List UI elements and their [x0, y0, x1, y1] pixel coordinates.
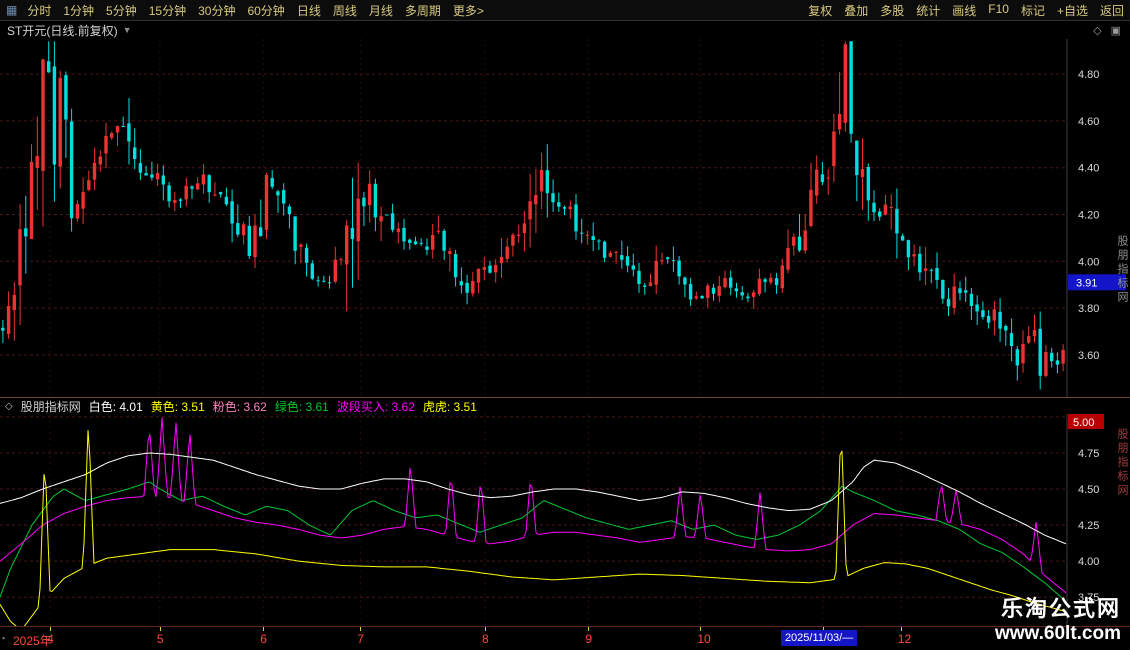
indicator-header: ◇ 股朋指标网白色: 4.01 黄色: 3.51 粉色: 3.62 绿色: 3.61 波…: [0, 397, 1130, 414]
indicator-value-label: 波段买入: 3.62: [337, 398, 415, 415]
indicator-axis-label: 4.25: [1078, 520, 1099, 532]
period-tab[interactable]: 周线: [333, 2, 357, 19]
tool-button[interactable]: 返回: [1100, 2, 1124, 19]
indicator-value-label: 粉色: 3.62: [213, 398, 267, 415]
month-label: 6: [260, 632, 267, 646]
svg-text:3.91: 3.91: [1076, 277, 1097, 289]
time-axis: ▪ 2025年 4 5 6 7 8 9 10 12 2025/11/03/—: [0, 626, 1130, 650]
tool-button[interactable]: 多股: [880, 2, 904, 19]
tool-button[interactable]: 画线: [952, 2, 976, 19]
period-tab[interactable]: 60分钟: [247, 2, 284, 19]
price-axis-label: 4.00: [1078, 256, 1099, 268]
tool-buttons: 复权叠加多股统计画线 F10 标记 +自选返回: [808, 2, 1124, 19]
month-label: 9: [585, 632, 592, 646]
indicator-line-chart[interactable]: 5.004.754.504.254.003.75: [0, 414, 1130, 626]
indicator-axis-label: 4.00: [1078, 556, 1099, 568]
title-bar-icons: ◇ ▣: [1093, 24, 1123, 37]
tool-button[interactable]: +自选: [1057, 2, 1088, 19]
indicator-value-label: 股朋指标网: [21, 398, 81, 415]
collapse-diamond-icon[interactable]: ◇: [5, 401, 13, 412]
period-tabs: 分时 1分钟 5分钟 15分钟 30分钟 60分钟日线周线月线多周期更多>: [27, 2, 484, 19]
price-axis-label: 3.60: [1078, 350, 1099, 362]
month-label: 4: [47, 632, 54, 646]
price-axis-label: 4.20: [1078, 210, 1099, 222]
period-tab[interactable]: 更多>: [453, 2, 484, 19]
indicator-axis-label: 4.50: [1078, 484, 1099, 496]
period-tab[interactable]: 1分钟: [63, 2, 94, 19]
candles-layer: [1, 41, 1065, 389]
tool-button[interactable]: F10: [988, 2, 1009, 19]
top-toolbar: ▦ 分时 1分钟 5分钟 15分钟 30分钟 60分钟日线周线月线多周期更多> 复权叠加多…: [0, 0, 1130, 21]
month-tick: [360, 627, 361, 631]
month-tick: [50, 627, 51, 631]
app-menu-icon[interactable]: ▦: [6, 3, 17, 17]
period-tab[interactable]: 分时: [27, 2, 51, 19]
month-tick: [485, 627, 486, 631]
month-tick: [700, 627, 701, 631]
month-label: 5: [157, 632, 164, 646]
month-label: 8: [482, 632, 489, 646]
main-candlestick-chart[interactable]: 4.80 4.60 4.40 4.20 4.00 3.80 3.60 3.91: [0, 39, 1130, 397]
tool-button[interactable]: 复权: [808, 2, 832, 19]
period-tab[interactable]: 多周期: [405, 2, 441, 19]
indicator-value-label: 黄色: 3.51: [151, 398, 205, 415]
indicator-value-label: 虎虎: 3.51: [423, 398, 477, 415]
tool-button[interactable]: 叠加: [844, 2, 868, 19]
month-tick: [901, 627, 902, 631]
price-axis-label: 3.80: [1078, 303, 1099, 315]
indicator-value-label: 绿色: 3.61: [275, 398, 329, 415]
period-tab[interactable]: 月线: [369, 2, 393, 19]
chart-title-bar: ST开元(日线.前复权) ▼ ◇ ▣: [0, 21, 1130, 39]
period-tab[interactable]: 30分钟: [198, 2, 235, 19]
watermark-site-name: 乐淘公式网: [995, 591, 1121, 623]
diamond-icon[interactable]: ◇: [1093, 24, 1101, 37]
date-highlight-badge: 2025/11/03/—: [781, 630, 857, 646]
indicator-value-label: 白色: 4.01: [89, 398, 143, 415]
period-tab[interactable]: 5分钟: [106, 2, 137, 19]
watermark-site-url: www.60lt.com: [995, 623, 1121, 645]
svg-text:5.00: 5.00: [1073, 417, 1094, 429]
month-tick: [588, 627, 589, 631]
vertical-watermark-indicator: 股朋指标网: [1114, 428, 1130, 498]
period-tab[interactable]: 日线: [297, 2, 321, 19]
window-icon[interactable]: ▣: [1111, 24, 1121, 37]
stock-title[interactable]: ST开元(日线.前复权): [7, 22, 118, 39]
chevron-down-icon[interactable]: ▼: [123, 25, 132, 35]
month-label: 7: [357, 632, 364, 646]
month-label: 12: [898, 632, 911, 646]
year-label: 2025年: [13, 632, 52, 649]
site-watermark: 乐淘公式网 www.60lt.com: [995, 591, 1121, 645]
main-grid-layer: [0, 39, 1067, 397]
price-axis-label: 4.80: [1078, 69, 1099, 81]
price-axis-label: 4.40: [1078, 163, 1099, 175]
month-label: 10: [697, 632, 710, 646]
indicator-axis-label: 4.75: [1078, 448, 1099, 460]
price-axis-label: 4.60: [1078, 116, 1099, 128]
tool-button[interactable]: 标记: [1021, 2, 1045, 19]
month-tick: [160, 627, 161, 631]
period-tab[interactable]: 15分钟: [149, 2, 186, 19]
vertical-watermark-main: 股朋指标网: [1114, 235, 1130, 305]
corner-icon[interactable]: ▪: [2, 633, 5, 643]
month-tick: [263, 627, 264, 631]
tool-button[interactable]: 统计: [916, 2, 940, 19]
